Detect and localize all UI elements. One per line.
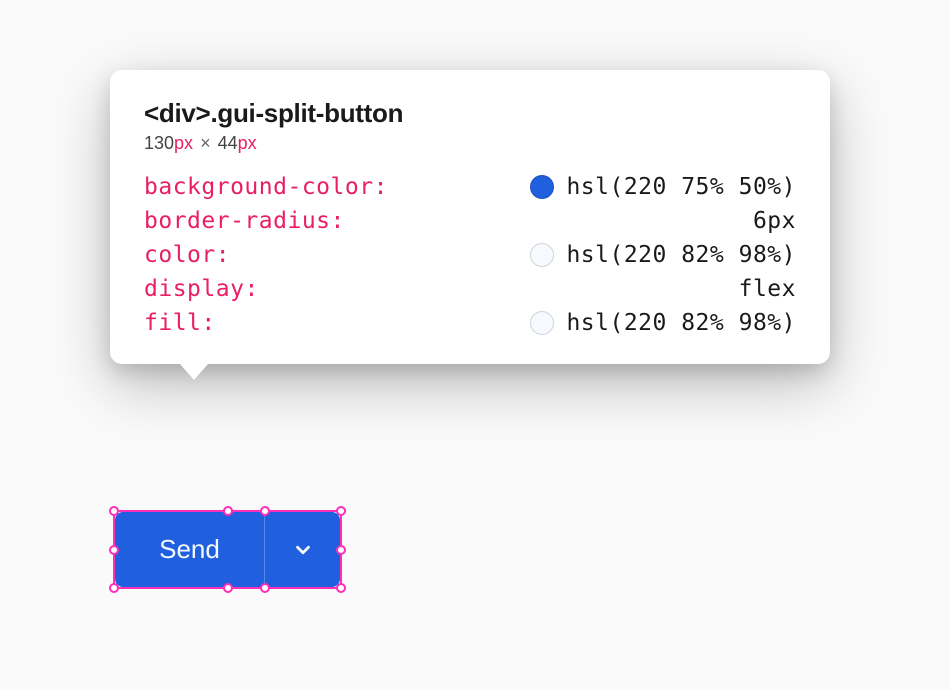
element-dimensions: 130px × 44px: [144, 133, 796, 154]
css-property-value: hsl(220 82% 98%): [566, 310, 796, 336]
tooltip-header: <div>.gui-split-button 130px × 44px: [144, 98, 796, 154]
selected-element-wrapper: Send: [115, 512, 340, 587]
css-property-value-wrap: flex: [739, 276, 796, 302]
css-property-name: border-radius:: [144, 208, 344, 234]
send-button[interactable]: Send: [115, 512, 265, 587]
css-property-value-wrap: 6px: [753, 208, 796, 234]
css-property-value-wrap: hsl(220 75% 50%): [530, 174, 796, 200]
color-swatch-icon: [530, 175, 554, 199]
css-property-name: background-color:: [144, 174, 387, 200]
gui-split-button[interactable]: Send: [115, 512, 340, 587]
css-property-value: hsl(220 82% 98%): [566, 242, 796, 268]
css-property-row: color: hsl(220 82% 98%): [144, 242, 796, 268]
dropdown-button[interactable]: [265, 512, 340, 587]
element-selector: <div>.gui-split-button: [144, 98, 796, 129]
color-swatch-icon: [530, 243, 554, 267]
css-property-name: fill:: [144, 310, 215, 336]
css-property-name: color:: [144, 242, 230, 268]
element-class: .gui-split-button: [210, 98, 403, 128]
height-unit: px: [238, 133, 257, 153]
css-property-row: display: flex: [144, 276, 796, 302]
devtools-inspector-tooltip: <div>.gui-split-button 130px × 44px back…: [110, 70, 830, 364]
width-value: 130: [144, 133, 174, 153]
color-swatch-icon: [530, 311, 554, 335]
css-property-row: border-radius: 6px: [144, 208, 796, 234]
css-property-value: flex: [739, 276, 796, 302]
css-property-name: display:: [144, 276, 258, 302]
css-property-value-wrap: hsl(220 82% 98%): [530, 242, 796, 268]
width-unit: px: [174, 133, 193, 153]
css-property-row: fill: hsl(220 82% 98%): [144, 310, 796, 336]
element-tag: <div>: [144, 98, 210, 128]
css-property-value: 6px: [753, 208, 796, 234]
chevron-down-icon: [292, 539, 314, 561]
css-property-value: hsl(220 75% 50%): [566, 174, 796, 200]
send-button-label: Send: [159, 534, 220, 565]
css-property-row: background-color: hsl(220 75% 50%): [144, 174, 796, 200]
css-properties-list: background-color: hsl(220 75% 50%) border-…: [144, 174, 796, 336]
css-property-value-wrap: hsl(220 82% 98%): [530, 310, 796, 336]
height-value: 44: [218, 133, 238, 153]
dimensions-separator: ×: [200, 133, 211, 153]
